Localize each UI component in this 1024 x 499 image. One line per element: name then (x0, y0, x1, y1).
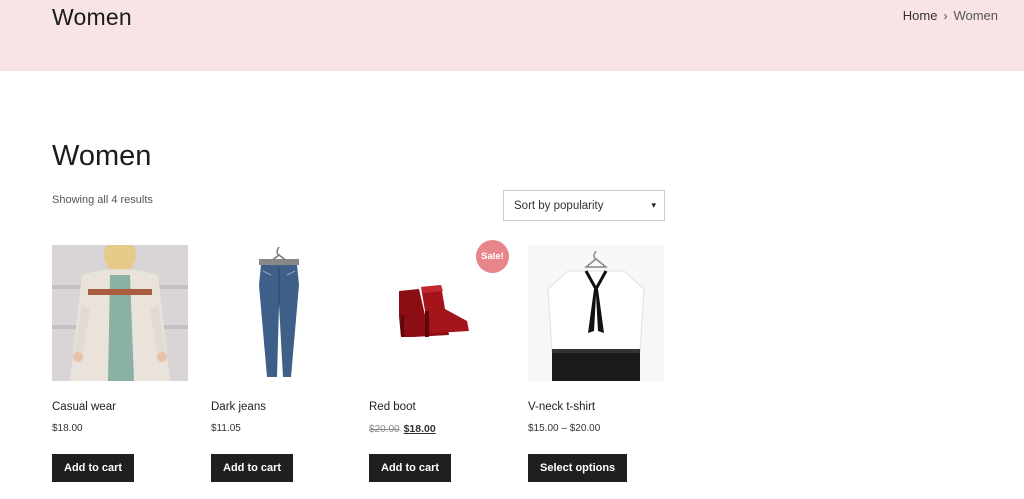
product-price: $15.00 – $20.00 (528, 423, 601, 434)
breadcrumb-chevron-icon: › (943, 8, 948, 23)
page-title: Women (52, 140, 152, 172)
product-name[interactable]: Casual wear (52, 401, 116, 413)
product-card: V-neck t-shirt $15.00 – $20.00 Select op… (528, 245, 664, 482)
breadcrumb: Home › Women (903, 8, 998, 23)
product-price: $18.00 (52, 423, 83, 434)
sale-price: $18.00 (403, 423, 436, 435)
product-price: $20.00 $18.00 (369, 423, 436, 435)
product-price: $11.05 (211, 423, 241, 434)
result-count: Showing all 4 results (52, 194, 153, 206)
breadcrumb-home-link[interactable]: Home (903, 8, 938, 23)
product-card: Dark jeans $11.05 Add to cart (211, 245, 347, 482)
add-to-cart-button[interactable]: Add to cart (369, 454, 452, 482)
caret-down-icon: ▾ (651, 200, 656, 210)
product-name[interactable]: V-neck t-shirt (528, 401, 595, 413)
product-card: Casual wear $18.00 Add to cart (52, 245, 188, 482)
casual-wear-image (52, 245, 188, 381)
sort-select[interactable]: Sort by popularity ▾ (503, 190, 665, 221)
product-image[interactable] (52, 245, 188, 381)
sale-badge: Sale! (476, 240, 509, 273)
add-to-cart-button[interactable]: Add to cart (52, 454, 135, 482)
v-neck-tshirt-image (528, 245, 664, 381)
old-price: $20.00 (369, 424, 400, 435)
product-image[interactable] (211, 245, 347, 381)
select-options-button[interactable]: Select options (528, 454, 628, 482)
header-title: Women (52, 4, 132, 30)
product-name[interactable]: Red boot (369, 401, 416, 413)
dark-jeans-image (211, 245, 347, 381)
page-header-band: Women Home › Women (0, 0, 1024, 71)
add-to-cart-button[interactable]: Add to cart (211, 454, 294, 482)
breadcrumb-current: Women (953, 8, 998, 23)
product-name[interactable]: Dark jeans (211, 401, 266, 413)
sort-select-value: Sort by popularity (514, 199, 604, 212)
product-image[interactable] (528, 245, 664, 381)
